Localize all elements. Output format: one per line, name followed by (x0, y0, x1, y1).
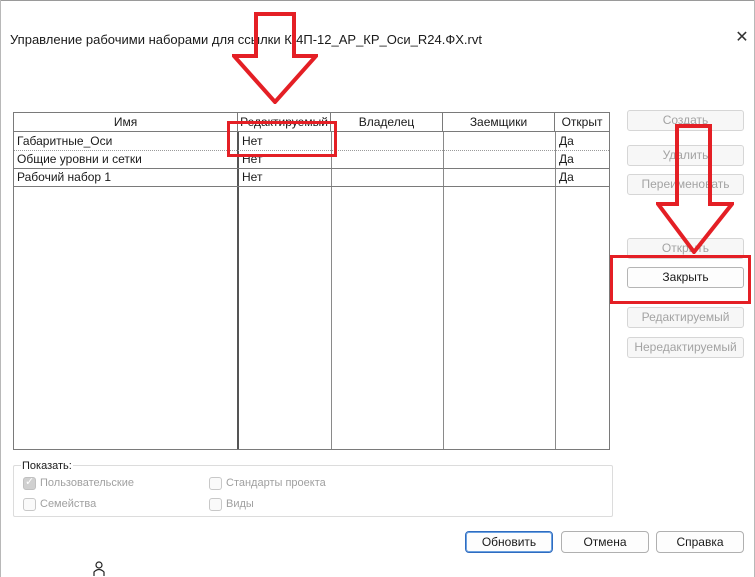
project-standards-label: Стандарты проекта (226, 477, 326, 489)
cell-name: Общие уровни и сетки (17, 152, 142, 166)
cell-open[interactable]: Да (556, 169, 609, 186)
user-defined-label: Пользовательские (40, 477, 134, 489)
cell-borrowers (444, 133, 555, 150)
column-header-borrowers[interactable]: Заемщики (443, 113, 555, 132)
families-checkbox[interactable] (23, 498, 36, 511)
highlight-box-editable (227, 121, 337, 157)
cell-editable[interactable]: Нет (239, 169, 331, 186)
column-header-open[interactable]: Открыт (555, 113, 609, 132)
help-button[interactable]: Справка (656, 531, 744, 553)
column-header-name[interactable]: Имя (14, 113, 238, 132)
red-arrow-down-icon (229, 12, 321, 107)
project-standards-checkbox[interactable] (209, 477, 222, 490)
views-label: Виды (226, 498, 254, 510)
cell-open[interactable]: Да (556, 133, 609, 150)
close-icon[interactable]: ✕ (731, 26, 753, 50)
update-button[interactable]: Обновить (465, 531, 553, 553)
dialog-border (0, 0, 755, 1)
cell-owner (332, 133, 443, 150)
cell-borrowers (444, 169, 555, 186)
cell-name: Габаритные_Оси (17, 134, 113, 148)
worksets-table: Имя Редактируемый Владелец Заемщики Откр… (13, 112, 610, 450)
cell-owner (332, 151, 443, 168)
user-defined-checkbox[interactable] (23, 475, 36, 490)
show-label: Показать: (21, 460, 73, 472)
cell-name: Рабочий набор 1 (17, 170, 112, 184)
red-arrow-down-icon (654, 124, 737, 257)
show-group (13, 465, 613, 517)
person-icon (93, 561, 105, 577)
cell-open[interactable]: Да (556, 151, 609, 168)
editable-button[interactable]: Редактируемый (627, 307, 744, 328)
column-header-owner[interactable]: Владелец (331, 113, 443, 132)
table-row[interactable]: Рабочий набор 1 Нет Да (14, 169, 609, 187)
non-editable-button[interactable]: Нередактируемый (627, 337, 744, 358)
families-label: Семейства (40, 498, 97, 510)
workset-dialog: Управление рабочими наборами для ссылки … (0, 0, 755, 577)
cell-borrowers (444, 151, 555, 168)
dialog-border (0, 0, 1, 577)
highlight-box-close (610, 255, 751, 304)
cancel-button[interactable]: Отмена (561, 531, 649, 553)
views-checkbox[interactable] (209, 498, 222, 511)
cell-owner (332, 169, 443, 186)
